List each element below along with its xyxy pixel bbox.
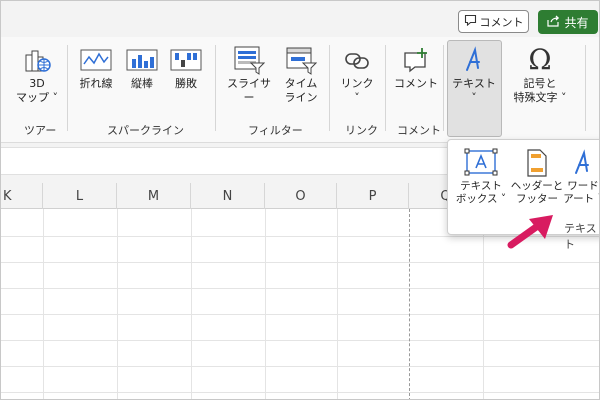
comments-button-label: コメント — [479, 15, 524, 29]
column-header-n[interactable]: N — [191, 183, 265, 209]
omega-icon: Ω — [528, 43, 552, 76]
wordart-label-line1: ワード — [567, 180, 599, 192]
symbols-label-line2: 特殊文字 ˅ — [513, 91, 567, 104]
timeline-button[interactable]: タイム ライン — [281, 43, 321, 105]
text-button-content: テキスト ˅ — [449, 43, 499, 105]
comments-group-label: コメント — [397, 124, 441, 137]
3d-map-button[interactable]: 3D マップ ˅ — [15, 43, 59, 105]
excel-window: コメント 共有 3D マップ ˅ ツアー 折れ線 縦棒 勝敗 スパークライン ス… — [0, 0, 600, 400]
gridline — [1, 392, 599, 393]
sparklines-group-label: スパークライン — [107, 124, 184, 137]
sparkline-column-label: 縦棒 — [131, 77, 153, 90]
header-footer-label-line2: フッター — [516, 193, 558, 205]
title-bar: コメント 共有 — [1, 1, 599, 37]
timeline-icon — [285, 43, 317, 77]
slicer-icon — [233, 43, 265, 77]
sparkline-winloss-icon — [170, 43, 202, 77]
gridline — [1, 340, 599, 341]
gridline — [1, 314, 599, 315]
gridline — [117, 209, 118, 399]
slicer-button[interactable]: スライサー — [223, 43, 275, 105]
header-footer-button[interactable]: ヘッダーと フッター — [510, 146, 564, 206]
wordart-a-icon — [461, 43, 487, 77]
symbols-label-line1: 記号と — [523, 77, 557, 90]
symbols-button[interactable]: Ω 記号と 特殊文字 ˅ — [507, 43, 573, 105]
links-group-label: リンク — [345, 124, 378, 137]
column-header-l[interactable]: L — [43, 183, 117, 209]
new-comment-icon — [401, 43, 431, 77]
filters-group-label: フィルター — [248, 124, 303, 137]
3d-map-icon — [22, 43, 52, 77]
gridline — [483, 209, 484, 399]
sparkline-winloss-button[interactable]: 勝敗 — [167, 43, 205, 91]
text-button-label: テキスト — [452, 77, 496, 90]
pointer-arrow-icon — [507, 207, 563, 255]
comments-button[interactable]: コメント — [458, 10, 529, 33]
link-button[interactable]: リンク ˅ — [337, 43, 377, 105]
textbox-label-line1: テキスト — [460, 180, 502, 192]
new-comment-button[interactable]: コメント — [393, 43, 439, 91]
textbox-label-line2: ボックス ˅ — [455, 193, 507, 205]
sparkline-winloss-label: 勝敗 — [175, 77, 197, 90]
timeline-label-line1: タイム — [284, 77, 318, 90]
column-header-p[interactable]: P — [337, 183, 409, 209]
slicer-label: スライサー — [227, 77, 271, 104]
sparkline-line-label: 折れ線 — [79, 77, 113, 90]
wordart-button[interactable]: ワード アート ˅ — [560, 146, 600, 206]
gridline — [1, 288, 599, 289]
header-footer-icon — [525, 146, 549, 180]
divider — [385, 45, 386, 131]
divider — [215, 45, 216, 131]
wordart-label-line2: アート ˅ — [563, 193, 600, 205]
link-chevron: ˅ — [354, 91, 360, 104]
gridline — [43, 209, 44, 399]
wordart-icon — [570, 146, 596, 180]
timeline-label-line2: ライン — [284, 91, 318, 104]
sparkline-line-icon — [80, 43, 112, 77]
ribbon-insert-tab: 3D マップ ˅ ツアー 折れ線 縦棒 勝敗 スパークライン スライサー タイム… — [1, 37, 599, 143]
text-group-label: テキスト — [564, 222, 597, 251]
column-header-m[interactable]: M — [117, 183, 191, 209]
gridline — [1, 366, 599, 367]
textbox-button[interactable]: テキスト ボックス ˅ — [454, 146, 508, 206]
share-icon — [547, 15, 560, 30]
share-button[interactable]: 共有 — [538, 10, 598, 34]
tours-group-label: ツアー — [24, 124, 57, 137]
divider — [67, 45, 68, 131]
divider — [443, 45, 444, 131]
divider — [585, 45, 586, 131]
header-footer-label-line1: ヘッダーと — [510, 180, 564, 192]
sparkline-line-button[interactable]: 折れ線 — [75, 43, 117, 91]
sparkline-column-button[interactable]: 縦棒 — [123, 43, 161, 91]
sparkline-column-icon — [126, 43, 158, 77]
new-comment-label: コメント — [394, 77, 438, 90]
gridline — [191, 209, 192, 399]
3d-map-label-line1: 3D — [29, 77, 45, 90]
gridline — [337, 209, 338, 399]
textbox-icon — [464, 146, 498, 180]
gridline — [265, 209, 266, 399]
column-header-o[interactable]: O — [265, 183, 337, 209]
comment-icon — [464, 14, 477, 29]
gridline — [1, 262, 599, 263]
divider — [329, 45, 330, 131]
column-header-k[interactable]: K — [1, 183, 43, 209]
link-label: リンク — [340, 77, 374, 90]
page-break-line — [409, 209, 410, 399]
link-icon — [342, 43, 372, 77]
share-button-label: 共有 — [564, 15, 589, 30]
text-button-chevron: ˅ — [471, 91, 477, 104]
3d-map-label-line2: マップ ˅ — [16, 91, 58, 104]
